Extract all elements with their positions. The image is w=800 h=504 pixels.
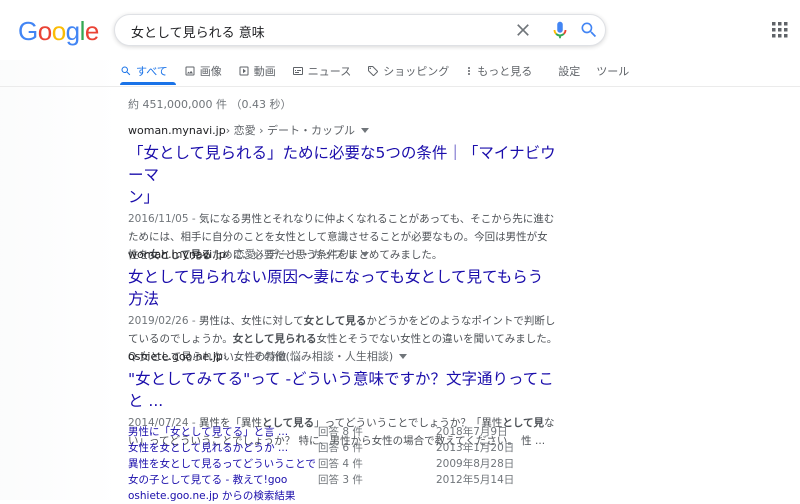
microphone-icon[interactable] bbox=[549, 19, 571, 41]
qa-answer-count: 回答 3 件 bbox=[318, 474, 363, 486]
qa-question-link[interactable]: 異性を女として見るってどういうことでし ... bbox=[128, 456, 318, 472]
apps-grid-icon[interactable] bbox=[772, 22, 788, 38]
result-site: woman.mynavi.jp bbox=[128, 247, 226, 261]
result-path: › 恋愛 › デート・カップル bbox=[225, 248, 355, 261]
tag-icon bbox=[368, 66, 379, 76]
qa-row: 女の子として見てる - 教えて!goo 回答 3 件 2012年5月14日 bbox=[128, 472, 546, 488]
result-breadcrumb: oshiete.goo.ne.jp › ... › その他(悩み相談・人生相談) bbox=[128, 348, 558, 364]
tab-label: すべて bbox=[136, 65, 168, 78]
qa-question-link[interactable]: 女の子として見てる - 教えて!goo bbox=[128, 472, 318, 488]
tab-videos[interactable]: 動画 bbox=[238, 60, 276, 82]
tabs-divider bbox=[0, 86, 800, 87]
tab-label: 動画 bbox=[253, 65, 276, 78]
snippet-text: 男性は、女性に対して bbox=[198, 315, 304, 327]
image-icon bbox=[185, 66, 195, 76]
qa-row: 異性を女として見るってどういうことでし ... 回答 4 件 2009年8月28… bbox=[128, 456, 546, 472]
qa-date: 2012年5月14日 bbox=[436, 474, 515, 486]
logo-letter: o bbox=[37, 16, 52, 46]
result-date: 2016/11/05 - bbox=[128, 213, 199, 225]
logo-letter: e bbox=[84, 16, 99, 46]
tab-label: ツール bbox=[596, 65, 630, 78]
search-box[interactable]: 女として見られる 意味 bbox=[114, 14, 606, 46]
logo-letter: o bbox=[51, 16, 66, 46]
tab-label: ニュース bbox=[307, 65, 352, 78]
qa-question-link[interactable]: 女性を女として見れるかどうか ... bbox=[128, 440, 318, 456]
caret-down-icon[interactable] bbox=[399, 353, 408, 359]
result-title-link[interactable]: 女として見られない原因〜妻になっても女として見てもらう方法 bbox=[128, 266, 558, 310]
qa-answer-count: 回答 8 件 bbox=[318, 426, 363, 438]
more-vert-icon bbox=[468, 67, 471, 75]
result-stats: 約 451,000,000 件 （0.43 秒） bbox=[128, 98, 292, 111]
news-icon bbox=[292, 67, 303, 75]
video-icon bbox=[239, 66, 249, 76]
more-results-link[interactable]: oshiete.goo.ne.jp からの検索結果 bbox=[128, 488, 546, 504]
search-input[interactable]: 女として見られる 意味 bbox=[131, 22, 265, 41]
snippet-bold: 女として見る bbox=[303, 315, 367, 327]
result-path: › 恋愛 › デート・カップル bbox=[225, 124, 355, 137]
tab-images[interactable]: 画像 bbox=[184, 60, 222, 82]
result-breadcrumb: woman.mynavi.jp › 恋愛 › デート・カップル bbox=[128, 122, 558, 138]
qa-sublist: 男性に「女として見てる」と言 ... 回答 8 件 2018年7月9日 女性を女… bbox=[128, 424, 546, 504]
result-site: woman.mynavi.jp bbox=[128, 123, 226, 137]
result-title-line: 「女として見られる」ために必要な5つの条件｜「マイナビウーマ bbox=[128, 144, 556, 184]
qa-question-link[interactable]: 男性に「女として見てる」と言 ... bbox=[128, 424, 318, 440]
qa-row: 女性を女として見れるかどうか ... 回答 6 件 2013年1月20日 bbox=[128, 440, 546, 456]
qa-date: 2018年7月9日 bbox=[436, 426, 508, 438]
google-logo[interactable]: Google bbox=[18, 16, 99, 46]
background-shape bbox=[0, 60, 120, 500]
result-date: 2019/02/26 - bbox=[128, 315, 199, 327]
tab-news[interactable]: ニュース bbox=[292, 60, 351, 82]
tab-label: 画像 bbox=[199, 65, 222, 78]
qa-row: 男性に「女として見てる」と言 ... 回答 8 件 2018年7月9日 bbox=[128, 424, 546, 440]
caret-down-icon[interactable] bbox=[361, 127, 369, 133]
active-tab-indicator bbox=[120, 82, 176, 85]
qa-date: 2013年1月20日 bbox=[436, 442, 515, 454]
logo-letter: g bbox=[65, 16, 80, 46]
result-breadcrumb: woman.mynavi.jp › 恋愛 › デート・カップル bbox=[128, 246, 558, 262]
result-title-line: ン」 bbox=[128, 188, 160, 206]
qa-date: 2009年8月28日 bbox=[436, 458, 515, 470]
tab-label: ショッピング bbox=[383, 65, 450, 78]
tab-tools[interactable]: ツール bbox=[596, 60, 629, 82]
qa-answer-count: 回答 6 件 bbox=[318, 442, 363, 454]
search-tabs: すべて 画像 動画 ニュース ショッピング もっと見る 設定 ツール bbox=[120, 60, 645, 86]
clear-icon[interactable] bbox=[513, 20, 533, 40]
result-site: oshiete.goo.ne.jp bbox=[128, 349, 223, 363]
caret-down-icon[interactable] bbox=[361, 251, 369, 257]
search-result: woman.mynavi.jp › 恋愛 › デート・カップル 「女として見られ… bbox=[128, 122, 558, 264]
tab-label: 設定 bbox=[558, 65, 581, 78]
tab-all[interactable]: すべて bbox=[120, 60, 168, 82]
tab-label: もっと見る bbox=[477, 65, 533, 78]
result-title-link[interactable]: "女としてみてる"って -どういう意味ですか？文字通りってこと ... bbox=[128, 368, 558, 412]
tab-shopping[interactable]: ショッピング bbox=[367, 60, 449, 82]
search-icon bbox=[121, 66, 131, 76]
qa-answer-count: 回答 4 件 bbox=[318, 458, 363, 470]
result-title-link[interactable]: 「女として見られる」ために必要な5つの条件｜「マイナビウーマ ン」 bbox=[128, 142, 558, 208]
search-icon[interactable] bbox=[579, 20, 599, 40]
result-path: › ... › その他(悩み相談・人生相談) bbox=[222, 350, 394, 363]
tab-more[interactable]: もっと見る bbox=[465, 60, 532, 82]
logo-letter: G bbox=[18, 16, 38, 46]
snippet-bold: 女として見られる bbox=[232, 333, 317, 345]
tab-settings[interactable]: 設定 bbox=[558, 60, 580, 82]
